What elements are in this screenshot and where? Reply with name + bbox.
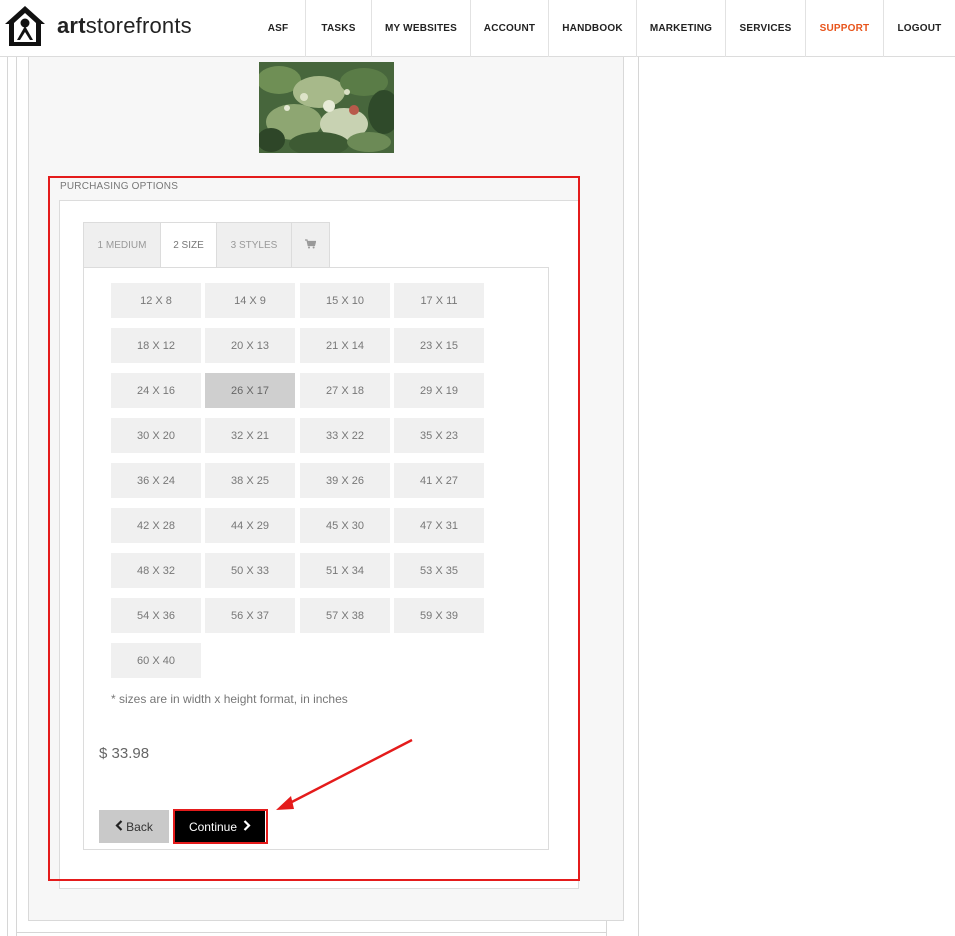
top-header: artstorefronts ASF TASKS MY WEBSITES ACC… bbox=[0, 0, 955, 57]
nav-my-websites[interactable]: MY WEBSITES bbox=[372, 0, 471, 57]
nav-services[interactable]: SERVICES bbox=[726, 0, 806, 57]
artstorefronts-logo-icon[interactable] bbox=[3, 4, 47, 48]
page-border-right bbox=[638, 57, 639, 936]
nav-tasks[interactable]: TASKS bbox=[306, 0, 372, 57]
annotation-highlight-continue bbox=[173, 809, 268, 844]
nav-asf[interactable]: ASF bbox=[251, 0, 306, 57]
annotation-highlight-purchasing bbox=[48, 176, 580, 881]
page-border-bottom bbox=[16, 932, 606, 933]
nav-marketing[interactable]: MARKETING bbox=[637, 0, 726, 57]
nav-logout[interactable]: LOGOUT bbox=[884, 0, 955, 57]
page-border-inner bbox=[16, 57, 17, 936]
brand-name-bold: art bbox=[57, 13, 86, 38]
artwork-thumbnail bbox=[259, 62, 394, 153]
brand-name[interactable]: artstorefronts bbox=[57, 13, 192, 39]
nav-support[interactable]: SUPPORT bbox=[806, 0, 884, 57]
page-border-left bbox=[7, 57, 8, 936]
brand-name-rest: storefronts bbox=[85, 13, 192, 38]
page-border-right-inner bbox=[606, 921, 607, 936]
nav-handbook[interactable]: HANDBOOK bbox=[549, 0, 637, 57]
nav-account[interactable]: ACCOUNT bbox=[471, 0, 549, 57]
main-nav: ASF TASKS MY WEBSITES ACCOUNT HANDBOOK M… bbox=[251, 0, 955, 57]
